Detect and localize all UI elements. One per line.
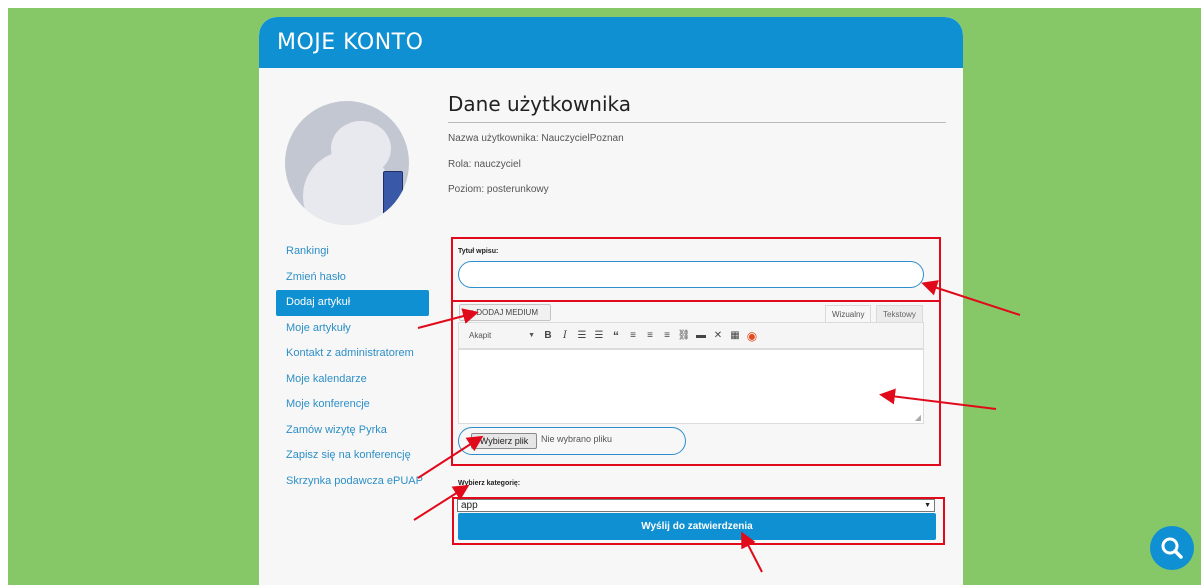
category-select[interactable]: app ▼ [457,499,935,512]
sidebar-item-moje-kalendarze[interactable]: Moje kalendarze [276,367,429,393]
tab-text[interactable]: Tekstowy [876,305,923,322]
choose-file-button[interactable]: Wybierz plik [471,433,537,449]
sidebar-item-rankingi[interactable]: Rankingi [276,239,429,265]
avatar-badge-icon [383,171,403,225]
account-card: MOJE KONTO Rankingi Zmień hasło Dodaj ar… [259,17,963,585]
page-title: MOJE KONTO [277,30,424,55]
category-label: Wybierz kategorię: [458,480,521,487]
italic-icon[interactable]: I [558,327,572,345]
section-title: Dane użytkownika [448,92,946,123]
username-line: Nazwa użytkownika: NauczycielPoznan [448,133,624,144]
blockquote-icon[interactable]: “ [609,327,623,345]
sidebar-item-dodaj-artykul[interactable]: Dodaj artykuł [276,290,429,316]
format-select-value: Akapit [469,331,492,340]
add-media-button[interactable]: 📷 DODAJ MEDIUM [459,304,551,321]
tab-visual[interactable]: Wizualny [825,305,872,322]
role-line: Rola: nauczyciel [448,158,521,170]
bold-icon[interactable]: B [541,327,555,345]
sidebar-item-zamow-wizyte[interactable]: Zamów wizytę Pyrka [276,418,429,444]
profile-info: Dane użytkownika Nazwa użytkownika: Nauc… [448,92,946,210]
numbered-list-icon[interactable]: ☰ [592,327,606,345]
search-fab-button[interactable] [1150,526,1194,570]
sidebar-item-zapisz-konferencja[interactable]: Zapisz się na konferencję [276,443,429,469]
avatar-head [331,121,391,176]
format-select[interactable]: Akapit ▼ [465,328,537,344]
file-upload: Wybierz plik Nie wybrano pliku [458,427,686,455]
align-left-icon[interactable]: ≡ [626,327,640,345]
avatar [285,101,409,225]
submit-for-approval-button[interactable]: Wyślij do zatwierdzenia [458,513,936,540]
align-center-icon[interactable]: ≡ [643,327,657,345]
link-icon[interactable]: ⛓ [677,327,691,345]
chevron-down-icon: ▼ [528,332,535,339]
file-status: Nie wybrano pliku [541,434,613,444]
resize-handle-icon[interactable]: ◢ [915,413,921,422]
sidebar-item-kontakt[interactable]: Kontakt z administratorem [276,341,429,367]
fullscreen-icon[interactable]: ✕ [711,327,725,345]
bullet-list-icon[interactable]: ☰ [575,327,589,345]
sidebar-item-moje-artykuly[interactable]: Moje artykuły [276,316,429,342]
title-input[interactable] [458,261,924,288]
search-icon [1161,537,1183,559]
level-line: Poziom: posterunkowy [448,184,549,195]
toolbar-buttons: B I ☰ ☰ “ ≡ ≡ ≡ ⛓ ▬ ✕ ▦ ◉ [541,327,762,345]
sidebar-item-epuap[interactable]: Skrzynka podawcza ePUAP [276,469,429,495]
title-label: Tytuł wpisu: [458,248,499,255]
toolbar-toggle-icon[interactable]: ▦ [728,327,742,345]
sidebar-nav: Rankingi Zmień hasło Dodaj artykuł Moje … [276,239,429,494]
add-media-label: DODAJ MEDIUM [476,308,538,317]
read-more-icon[interactable]: ▬ [694,327,708,345]
chevron-down-icon: ▼ [924,502,931,509]
category-select-value: app [461,500,478,511]
card-header: MOJE KONTO [259,17,963,68]
record-icon[interactable]: ◉ [745,327,759,345]
editor-content-area[interactable]: ◢ [458,349,924,424]
editor-toolbar: Akapit ▼ B I ☰ ☰ “ ≡ ≡ ≡ ⛓ ▬ ✕ ▦ ◉ [458,322,924,349]
align-right-icon[interactable]: ≡ [660,327,674,345]
sidebar-item-moje-konferencje[interactable]: Moje konferencje [276,392,429,418]
add-media-icon: 📷 [464,308,474,317]
sidebar-item-zmien-haslo[interactable]: Zmień hasło [276,265,429,291]
